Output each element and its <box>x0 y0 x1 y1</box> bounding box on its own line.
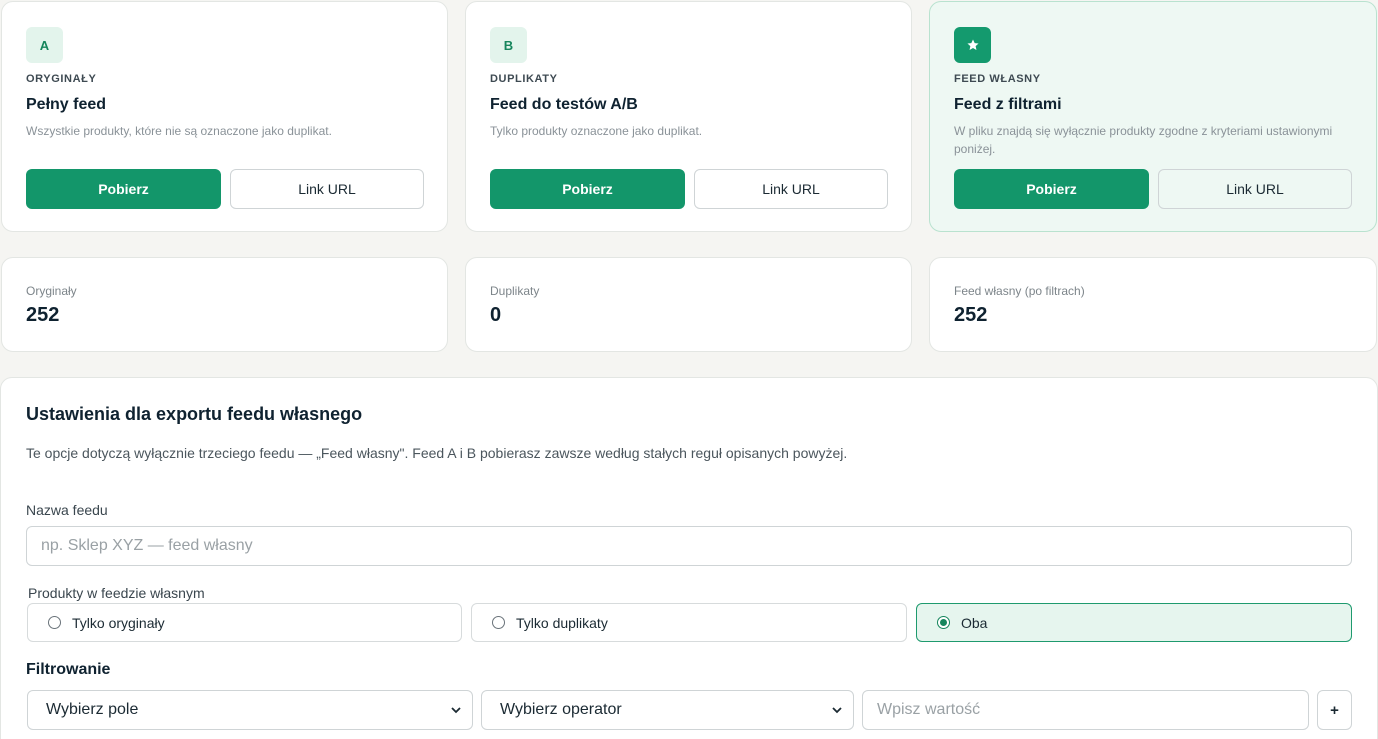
star-icon <box>954 27 991 63</box>
feed-name-input[interactable] <box>26 526 1352 566</box>
feed-description: W pliku znajdą się wyłącznie produkty zg… <box>954 124 1333 156</box>
download-button[interactable]: Pobierz <box>26 169 221 209</box>
feed-title: Feed z filtrami <box>954 96 1062 113</box>
radio-label: Tylko duplikaty <box>516 614 608 631</box>
stat-label: Feed własny (po filtrach) <box>954 284 1085 298</box>
operator-select[interactable]: Wybierz operator <box>481 690 854 730</box>
radio-only-duplicates[interactable]: Tylko duplikaty <box>471 603 907 642</box>
add-filter-button[interactable]: + <box>1317 690 1352 730</box>
field-select-value: Wybierz pole <box>46 701 139 718</box>
filter-value-input[interactable] <box>862 690 1309 730</box>
chevron-down-icon <box>451 707 461 714</box>
stat-label: Oryginały <box>26 284 77 298</box>
feed-badge-b: B <box>490 27 527 63</box>
link-url-button[interactable]: Link URL <box>1158 169 1352 209</box>
stat-card-originals: Oryginały 252 <box>1 257 448 352</box>
feed-kicker: ORYGINAŁY <box>26 73 97 85</box>
stat-value: 252 <box>26 304 60 326</box>
operator-select-value: Wybierz operator <box>500 701 622 718</box>
feed-title: Pełny feed <box>26 96 107 113</box>
feed-badge-a: A <box>26 27 63 63</box>
settings-panel: Ustawienia dla exportu feedu własnego Te… <box>0 377 1378 739</box>
settings-description: Te opcje dotyczą wyłącznie trzeciego fee… <box>26 445 848 461</box>
radio-both[interactable]: Oba <box>916 603 1352 642</box>
products-label: Produkty w feedzie własnym <box>28 585 205 601</box>
feed-kicker: DUPLIKATY <box>490 73 558 85</box>
link-url-button[interactable]: Link URL <box>694 169 888 209</box>
filtering-title: Filtrowanie <box>26 661 111 678</box>
feed-name-label: Nazwa feedu <box>26 502 108 518</box>
radio-checked-icon <box>937 616 950 629</box>
radio-circle-icon <box>492 616 505 629</box>
settings-title: Ustawienia dla exportu feedu własnego <box>26 404 363 424</box>
radio-only-originals[interactable]: Tylko oryginały <box>27 603 462 642</box>
feed-card-custom: FEED WŁASNY Feed z filtrami W pliku znaj… <box>929 1 1377 232</box>
stat-card-duplicates: Duplikaty 0 <box>465 257 912 352</box>
feed-description: Tylko produkty oznaczone jako duplikat. <box>490 124 703 138</box>
stat-label: Duplikaty <box>490 284 540 298</box>
feed-title: Feed do testów A/B <box>490 96 638 113</box>
field-select[interactable]: Wybierz pole <box>27 690 473 730</box>
radio-circle-icon <box>48 616 61 629</box>
radio-label: Oba <box>961 614 988 631</box>
download-button[interactable]: Pobierz <box>490 169 685 209</box>
stat-value: 0 <box>490 304 502 326</box>
link-url-button[interactable]: Link URL <box>230 169 424 209</box>
feed-description: Wszystkie produkty, które nie są oznaczo… <box>26 124 332 138</box>
feed-kicker: FEED WŁASNY <box>954 73 1041 85</box>
download-button[interactable]: Pobierz <box>954 169 1149 209</box>
radio-label: Tylko oryginały <box>72 614 165 631</box>
stat-value: 252 <box>954 304 988 326</box>
feed-card-originals: A ORYGINAŁY Pełny feed Wszystkie produkt… <box>1 1 448 232</box>
feed-card-duplicates: B DUPLIKATY Feed do testów A/B Tylko pro… <box>465 1 912 232</box>
stat-card-custom: Feed własny (po filtrach) 252 <box>929 257 1377 352</box>
chevron-down-icon <box>832 707 842 714</box>
